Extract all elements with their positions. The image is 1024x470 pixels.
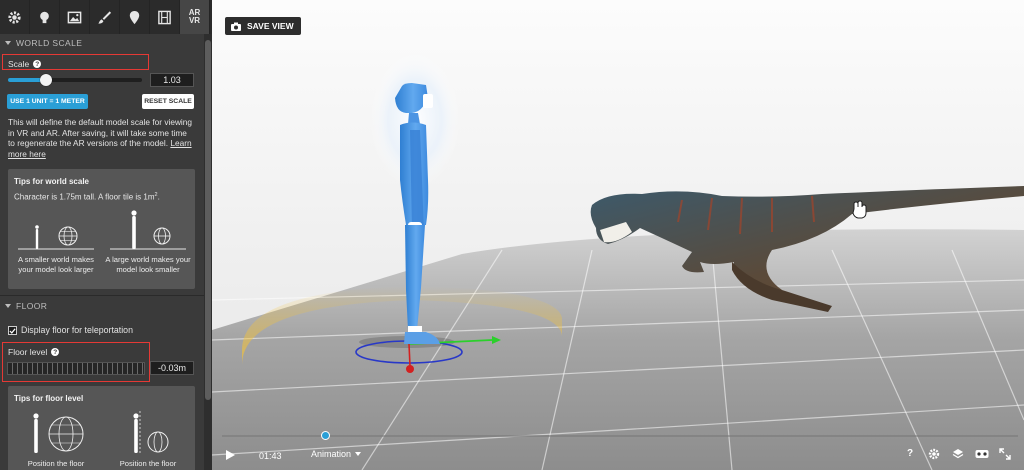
- brush-icon: [98, 10, 112, 24]
- tab-settings[interactable]: [0, 0, 30, 34]
- tab-ar-vr[interactable]: AR VR: [180, 0, 210, 34]
- vr-headset-icon[interactable]: [975, 448, 989, 460]
- save-view-button[interactable]: SAVE VIEW: [225, 17, 301, 35]
- tips-title: Tips for world scale: [14, 177, 89, 186]
- scale-slider-thumb[interactable]: [39, 74, 52, 86]
- scale-label-row: Scale ?: [8, 59, 42, 69]
- tab-background[interactable]: [60, 0, 90, 34]
- tip-caption-right: Position the floor: [119, 459, 177, 468]
- display-floor-label: Display floor for teleportation: [21, 325, 133, 335]
- section-header-world-scale[interactable]: WORLD SCALE: [0, 34, 204, 52]
- help-icon[interactable]: ?: [51, 348, 60, 356]
- display-floor-checkbox[interactable]: [8, 326, 17, 335]
- play-icon[interactable]: [224, 449, 236, 461]
- scale-value-input[interactable]: 1.03: [150, 73, 194, 87]
- description-text: This will define the default model scale…: [8, 117, 193, 148]
- check-icon: [9, 327, 16, 334]
- tip-caption-right: A large world makes your model look smal…: [105, 255, 191, 274]
- chevron-down-icon: [355, 452, 362, 456]
- sidebar-scrollbar[interactable]: [204, 34, 212, 470]
- tab-annotations[interactable]: [120, 0, 150, 34]
- help-icon[interactable]: ?: [907, 448, 913, 459]
- help-icon-glyph: ?: [53, 348, 58, 356]
- floor-level-label: Floor level: [8, 347, 48, 357]
- help-icon[interactable]: ?: [33, 60, 42, 68]
- tips-subtitle-end: .: [157, 192, 160, 202]
- animation-time: 01:43: [259, 451, 282, 461]
- section-title: FLOOR: [16, 301, 48, 311]
- save-view-label: SAVE VIEW: [247, 21, 294, 31]
- tips-subtitle: Character is 1.75m tall. A floor tile is…: [14, 192, 160, 202]
- floor-level-slider[interactable]: [7, 362, 145, 375]
- section-header-floor[interactable]: FLOOR: [0, 297, 204, 315]
- tips-world-scale: Tips for world scale Character is 1.75m …: [8, 169, 195, 289]
- help-icon-glyph: ?: [35, 60, 40, 68]
- use-1-unit-button[interactable]: USE 1 UNIT = 1 METER: [7, 94, 88, 109]
- large-world-illustration: [110, 210, 186, 250]
- camera-icon: [231, 22, 241, 31]
- image-icon: [67, 11, 82, 23]
- layers-icon[interactable]: [952, 448, 964, 460]
- tip-caption-left: A smaller world makes your model look la…: [18, 255, 94, 274]
- tips-title: Tips for floor level: [14, 394, 84, 403]
- fullscreen-icon[interactable]: [999, 448, 1011, 460]
- section-divider: [0, 295, 204, 296]
- lightbulb-icon: [40, 11, 49, 23]
- floor-tip-right-illustration: [133, 411, 169, 454]
- floor-value-input[interactable]: -0.03m: [150, 361, 194, 375]
- gear-icon: [8, 10, 21, 24]
- vr-label: VR: [188, 16, 201, 25]
- tool-tabs: AR VR: [0, 0, 212, 34]
- tip-caption-left: Position the floor: [27, 459, 85, 468]
- map-pin-icon: [129, 10, 140, 24]
- tab-lighting[interactable]: [30, 0, 60, 34]
- floor-level-label-row: Floor level ?: [8, 347, 60, 357]
- animation-timeline[interactable]: [222, 435, 1018, 437]
- scale-slider[interactable]: [8, 74, 142, 86]
- caret-down-icon: [5, 41, 11, 45]
- tips-floor-level: Tips for floor level Position the floor …: [8, 386, 195, 470]
- tips-subtitle-text: Character is 1.75m tall. A floor tile is…: [14, 192, 155, 202]
- floor-tip-left-illustration: [33, 413, 84, 453]
- tab-materials[interactable]: [90, 0, 120, 34]
- animation-dropdown[interactable]: Animation: [311, 449, 362, 459]
- animation-label: Animation: [311, 449, 352, 459]
- settings-sidebar: AR VR WORLD SCALE Scale ? 1.03 USE 1 UNI…: [0, 0, 212, 470]
- film-icon: [158, 10, 171, 24]
- small-world-illustration: [18, 225, 94, 250]
- reset-scale-button[interactable]: RESET SCALE: [142, 94, 194, 109]
- scale-label: Scale: [8, 59, 30, 69]
- caret-down-icon: [5, 304, 11, 308]
- sidebar-scroll-thumb[interactable]: [205, 40, 211, 400]
- section-title: WORLD SCALE: [16, 38, 83, 48]
- tab-post-processing[interactable]: [150, 0, 180, 34]
- ar-vr-icon: AR VR: [189, 9, 201, 25]
- settings-gear-icon[interactable]: [928, 448, 940, 460]
- 3d-viewport[interactable]: [212, 0, 1024, 470]
- scene-canvas: [212, 0, 1024, 470]
- world-scale-description: This will define the default model scale…: [8, 117, 194, 159]
